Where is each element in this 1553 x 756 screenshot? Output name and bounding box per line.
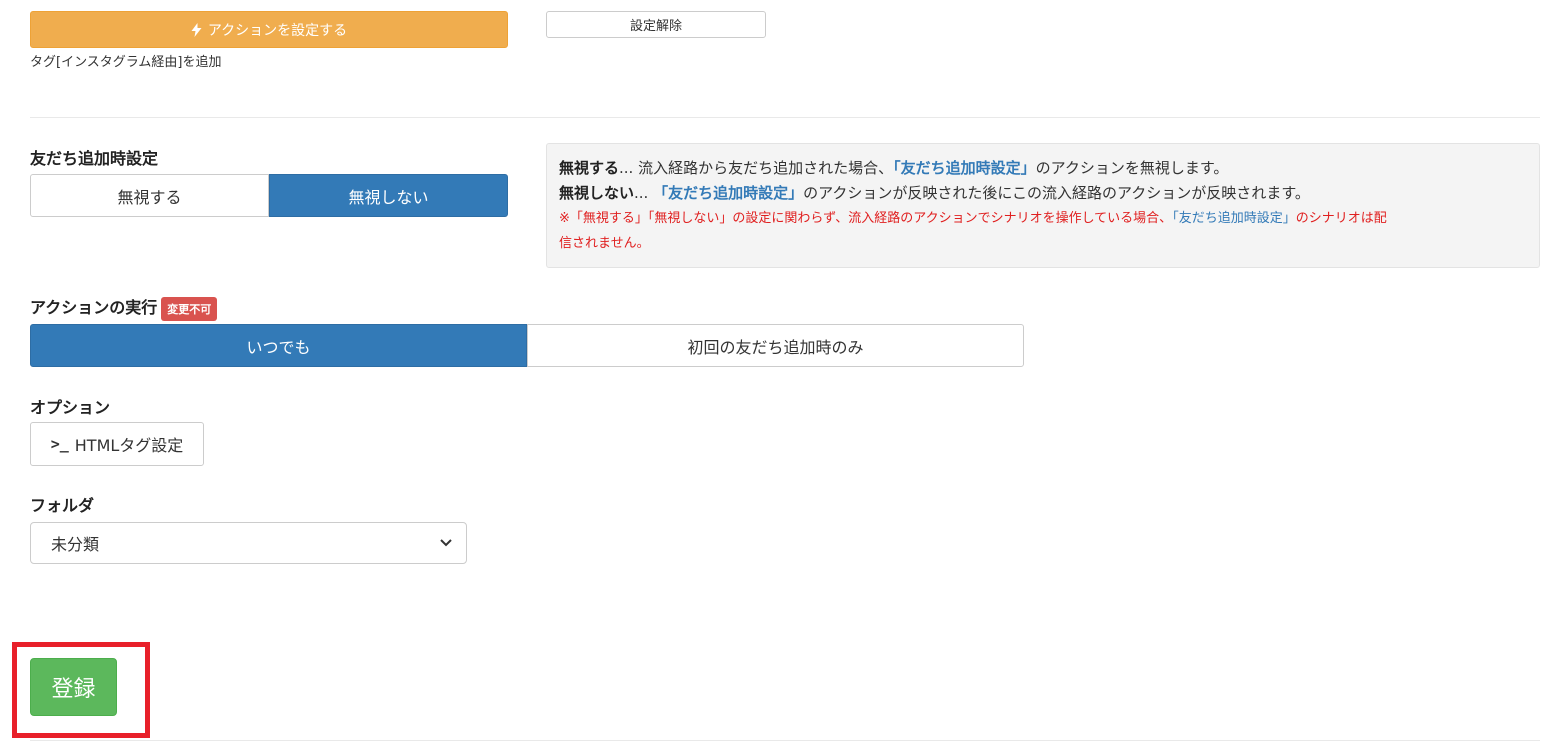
html-tag-settings-label: HTMLタグ設定 bbox=[74, 436, 184, 455]
friend-add-setting-info: 無視する... 流入経路から友だち追加された場合、「友だち追加時設定」のアクショ… bbox=[546, 143, 1540, 268]
bottom-divider bbox=[30, 740, 1540, 741]
info-term-ignore: 無視する bbox=[559, 159, 620, 177]
info-note-b: のシナリオは配 bbox=[1295, 211, 1387, 226]
unchangeable-badge: 変更不可 bbox=[161, 296, 218, 321]
terminal-icon: >_ bbox=[50, 435, 69, 453]
friend-add-setting-toggle: 無視する 無視しない bbox=[30, 174, 508, 217]
info-note-line2: 信されません。 bbox=[559, 236, 650, 251]
action-execution-label-row: アクションの実行 変更不可 bbox=[30, 294, 218, 321]
submit-button[interactable]: 登録 bbox=[30, 658, 117, 716]
info-note: ※「無視する」「無視しない」の設定に関わらず、流入経路のアクションでシナリオを操… bbox=[559, 206, 1527, 256]
info-line-not-ignore: 無視しない... 「友だち追加時設定」のアクションが反映された後にこの流入経路の… bbox=[559, 181, 1527, 206]
bolt-icon bbox=[191, 22, 202, 37]
info-term-not-ignore: 無視しない bbox=[559, 184, 635, 202]
info-line-ignore: 無視する... 流入経路から友だち追加された場合、「友だち追加時設定」のアクショ… bbox=[559, 156, 1527, 181]
set-action-button[interactable]: アクションを設定する bbox=[30, 11, 508, 48]
info-ellipsis-2: ... bbox=[634, 184, 654, 202]
info-text-1a: 流入経路から友だち追加された場合、 bbox=[638, 159, 894, 177]
info-note-highlight: 「友だち追加時設定」 bbox=[1172, 211, 1296, 226]
folder-label: フォルダ bbox=[30, 496, 95, 515]
folder-select[interactable]: 未分類 bbox=[30, 522, 467, 564]
info-highlight-2: 「友だち追加時設定」 bbox=[653, 184, 804, 202]
option-first-add-only-button[interactable]: 初回の友だち追加時のみ bbox=[527, 324, 1024, 367]
clear-setting-button-label: 設定解除 bbox=[629, 19, 682, 34]
option-ignore-button[interactable]: 無視する bbox=[30, 174, 269, 217]
set-action-button-label: アクションを設定する bbox=[207, 22, 348, 39]
submit-button-label: 登録 bbox=[51, 677, 96, 702]
action-execution-toggle: いつでも 初回の友だち追加時のみ bbox=[30, 324, 1024, 367]
info-note-a: ※「無視する」「無視しない」の設定に関わらず、流入経路のアクションでシナリオを操… bbox=[559, 211, 1173, 226]
friend-add-setting-label: 友だち追加時設定 bbox=[30, 149, 159, 168]
info-highlight-1: 「友だち追加時設定」 bbox=[893, 159, 1036, 177]
html-tag-settings-button[interactable]: >_ HTMLタグ設定 bbox=[30, 422, 204, 466]
folder-select-value: 未分類 bbox=[51, 535, 100, 554]
chevron-down-icon bbox=[440, 539, 452, 547]
info-text-1b: のアクションを無視します。 bbox=[1035, 159, 1229, 177]
info-text-2: のアクションが反映された後にこの流入経路のアクションが反映されます。 bbox=[803, 184, 1310, 202]
section-divider bbox=[30, 117, 1540, 118]
info-ellipsis-1: ... bbox=[619, 159, 639, 177]
option-anytime-button[interactable]: いつでも bbox=[30, 324, 527, 367]
clear-setting-button[interactable]: 設定解除 bbox=[546, 11, 766, 38]
action-summary: タグ[インスタグラム経由]を追加 bbox=[30, 55, 222, 70]
action-execution-label: アクションの実行 bbox=[30, 298, 158, 317]
options-label: オプション bbox=[30, 398, 111, 417]
option-not-ignore-button[interactable]: 無視しない bbox=[269, 174, 508, 217]
